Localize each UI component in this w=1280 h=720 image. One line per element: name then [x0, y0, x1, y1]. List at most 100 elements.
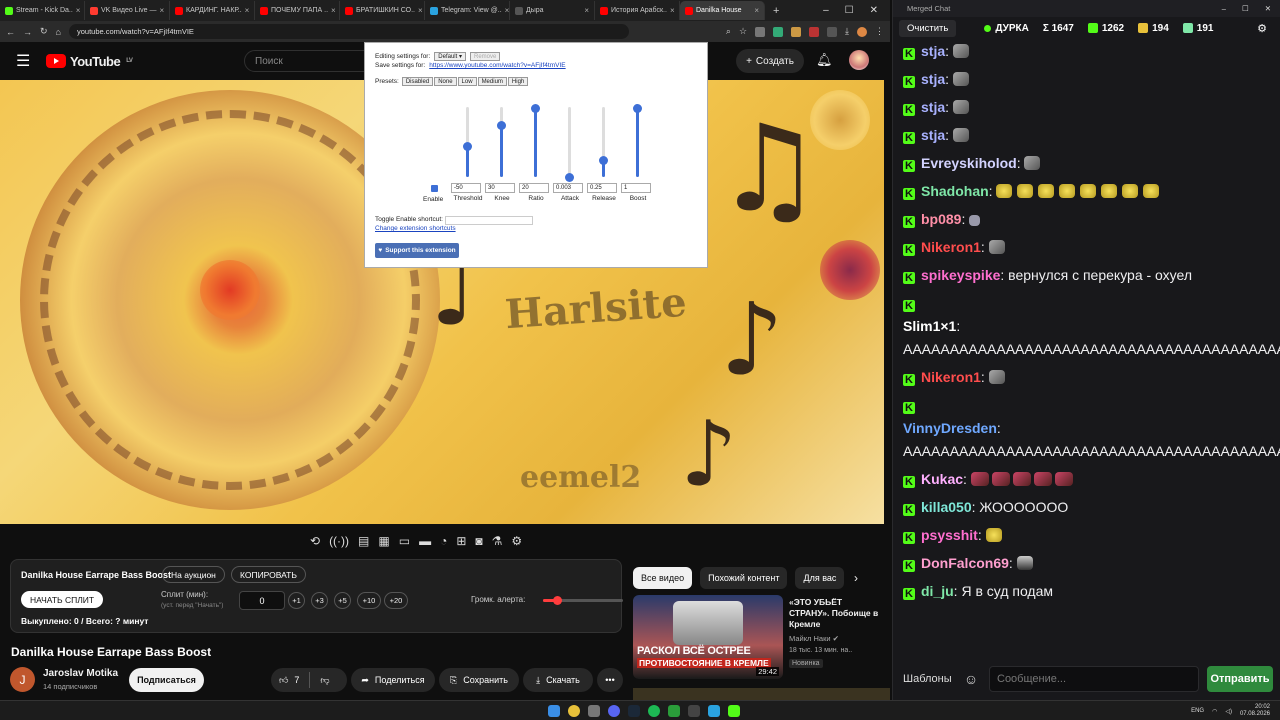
- browser-tab[interactable]: Дыра ×: [510, 1, 595, 20]
- youtube-logo[interactable]: YouTube LV: [46, 54, 133, 69]
- browser-tab[interactable]: Stream - Kick Da.. ×: [0, 1, 85, 20]
- browser-tab[interactable]: ПОЧЕМУ ПАПА .. ×: [255, 1, 340, 20]
- discord-icon[interactable]: [608, 705, 620, 717]
- chrome-icon[interactable]: [568, 705, 580, 717]
- settings-gear-icon[interactable]: ⚙: [1257, 22, 1267, 35]
- extension-compressor-icon[interactable]: [755, 26, 766, 37]
- chat-username[interactable]: Kukac: [921, 471, 963, 487]
- related-tab[interactable]: Для вас: [795, 567, 845, 589]
- volume-icon[interactable]: ◁): [1225, 708, 1232, 715]
- reload-icon[interactable]: ↻: [40, 26, 48, 37]
- chat-username[interactable]: stja: [921, 71, 945, 87]
- chevron-right-icon[interactable]: ›: [854, 571, 858, 585]
- channel-avatar[interactable]: J: [10, 667, 35, 692]
- increment-button[interactable]: +10: [357, 592, 381, 609]
- templates-button[interactable]: Шаблоны: [903, 673, 953, 685]
- audio-icon[interactable]: ((·)): [329, 534, 349, 548]
- download-button[interactable]: ⤓ Скачать: [523, 668, 593, 692]
- split-minutes-input[interactable]: 0: [239, 591, 285, 610]
- preset-button-none[interactable]: None: [434, 77, 457, 86]
- extension-icon[interactable]: [809, 26, 820, 37]
- share-button[interactable]: ➦ Поделиться: [351, 668, 435, 692]
- enable-checkbox[interactable]: [431, 185, 438, 192]
- shortcut-input[interactable]: [445, 216, 533, 225]
- browser-tab[interactable]: История Арабск.. ×: [595, 1, 680, 20]
- close-tab-icon[interactable]: ×: [245, 6, 250, 15]
- close-icon[interactable]: ✕: [1265, 4, 1271, 13]
- browser-tab[interactable]: КАРДИНГ. НАКР.. ×: [170, 1, 255, 20]
- close-icon[interactable]: ✕: [870, 5, 878, 16]
- app-icon[interactable]: [668, 705, 680, 717]
- slider-knob[interactable]: [633, 104, 642, 113]
- chat-username[interactable]: spikeyspike: [921, 267, 1000, 283]
- speed-icon[interactable]: ◔: [440, 534, 447, 548]
- settings-gear-icon[interactable]: ⚙: [511, 534, 522, 548]
- increment-button[interactable]: +20: [384, 592, 408, 609]
- browser-tab[interactable]: VK Видео Live — ×: [85, 1, 170, 20]
- add-icon[interactable]: ⊞: [456, 534, 466, 548]
- menu-dots-icon[interactable]: ⋮: [875, 26, 884, 37]
- chat-username[interactable]: psysshit: [921, 527, 978, 543]
- slider-knob[interactable]: [565, 173, 574, 182]
- kick-icon[interactable]: [728, 705, 740, 717]
- related-video-thumbnail[interactable]: [633, 688, 890, 700]
- search-input[interactable]: Поиск: [244, 50, 374, 72]
- emoji-icon[interactable]: ☺: [961, 671, 981, 687]
- clear-button[interactable]: Очистить: [899, 19, 957, 37]
- zoom-icon[interactable]: ⌕: [726, 26, 731, 37]
- screen-icon[interactable]: ▭: [399, 534, 410, 548]
- alert-volume-slider[interactable]: [543, 596, 623, 605]
- slider-track[interactable]: [568, 107, 571, 177]
- copy-button[interactable]: КОПИРОВАТЬ: [231, 566, 306, 583]
- related-video-thumbnail[interactable]: РАСКОЛ ВСЁ ОСТРЕЕ ПРОТИВОСТОЯНИЕ В КРЕМЛ…: [633, 595, 783, 679]
- chat-username[interactable]: di_ju: [921, 583, 954, 599]
- channel-name[interactable]: Jaroslav Motika: [43, 668, 118, 679]
- browser-tab[interactable]: Telegram: View @.. ×: [425, 1, 510, 20]
- slider-knob[interactable]: [463, 142, 472, 151]
- profile-icon[interactable]: [857, 26, 867, 37]
- support-extension-button[interactable]: ♥ Support this extension: [375, 243, 459, 258]
- slider-knob[interactable]: [531, 104, 540, 113]
- slider-value-input[interactable]: 20: [519, 183, 549, 193]
- minimize-icon[interactable]: –: [1222, 4, 1226, 13]
- increment-button[interactable]: +3: [311, 592, 328, 609]
- maximize-icon[interactable]: ☐: [1242, 4, 1249, 13]
- download-icon[interactable]: ⤓: [845, 26, 849, 37]
- extension-icon[interactable]: [773, 26, 784, 37]
- clapper-icon[interactable]: ▦: [378, 534, 389, 548]
- slider-value-input[interactable]: 30: [485, 183, 515, 193]
- chat-username[interactable]: Evreyskiholod: [921, 155, 1017, 171]
- preset-button-low[interactable]: Low: [457, 77, 477, 86]
- maximize-icon[interactable]: ☐: [845, 5, 854, 16]
- browser-tab[interactable]: Danilka House ×: [680, 1, 765, 20]
- new-tab-button[interactable]: +: [773, 5, 779, 17]
- home-icon[interactable]: ⌂: [56, 27, 61, 37]
- preset-button-high[interactable]: High: [507, 77, 529, 86]
- close-tab-icon[interactable]: ×: [76, 6, 81, 15]
- chat-username[interactable]: stja: [921, 43, 945, 59]
- extensions-puzzle-icon[interactable]: [827, 26, 838, 37]
- chat-username[interactable]: Nikeron1: [921, 369, 981, 385]
- related-tab[interactable]: Все видео: [633, 567, 693, 589]
- camera-icon[interactable]: ◙: [475, 534, 482, 548]
- close-tab-icon[interactable]: ×: [331, 6, 336, 15]
- like-button[interactable]: 👍︎ 7: [279, 675, 299, 686]
- increment-button[interactable]: +5: [334, 592, 351, 609]
- back-icon[interactable]: ←: [6, 27, 15, 37]
- slider-value-input[interactable]: 0.003: [553, 183, 583, 193]
- start-icon[interactable]: [548, 705, 560, 717]
- chat-username[interactable]: stja: [921, 127, 945, 143]
- close-tab-icon[interactable]: ×: [584, 6, 589, 15]
- related-video-title[interactable]: «ЭТО УБЬЁТ СТРАНУ». Побоище в Кремле: [789, 597, 879, 630]
- auction-button[interactable]: На аукцион: [162, 566, 225, 583]
- dislike-button[interactable]: 👎︎: [320, 675, 329, 686]
- slider-value-input[interactable]: -50: [451, 183, 481, 193]
- save-button[interactable]: ⎘ Сохранить: [439, 668, 519, 692]
- send-button[interactable]: Отправить: [1207, 666, 1273, 692]
- alert-volume-knob[interactable]: [553, 596, 563, 605]
- notifications-bell-icon[interactable]: 🔔︎: [816, 52, 833, 68]
- slider-value-input[interactable]: 0.25: [587, 183, 617, 193]
- flask-icon[interactable]: ⚗: [492, 534, 503, 548]
- steam-icon[interactable]: [628, 705, 640, 717]
- files-icon[interactable]: [588, 705, 600, 717]
